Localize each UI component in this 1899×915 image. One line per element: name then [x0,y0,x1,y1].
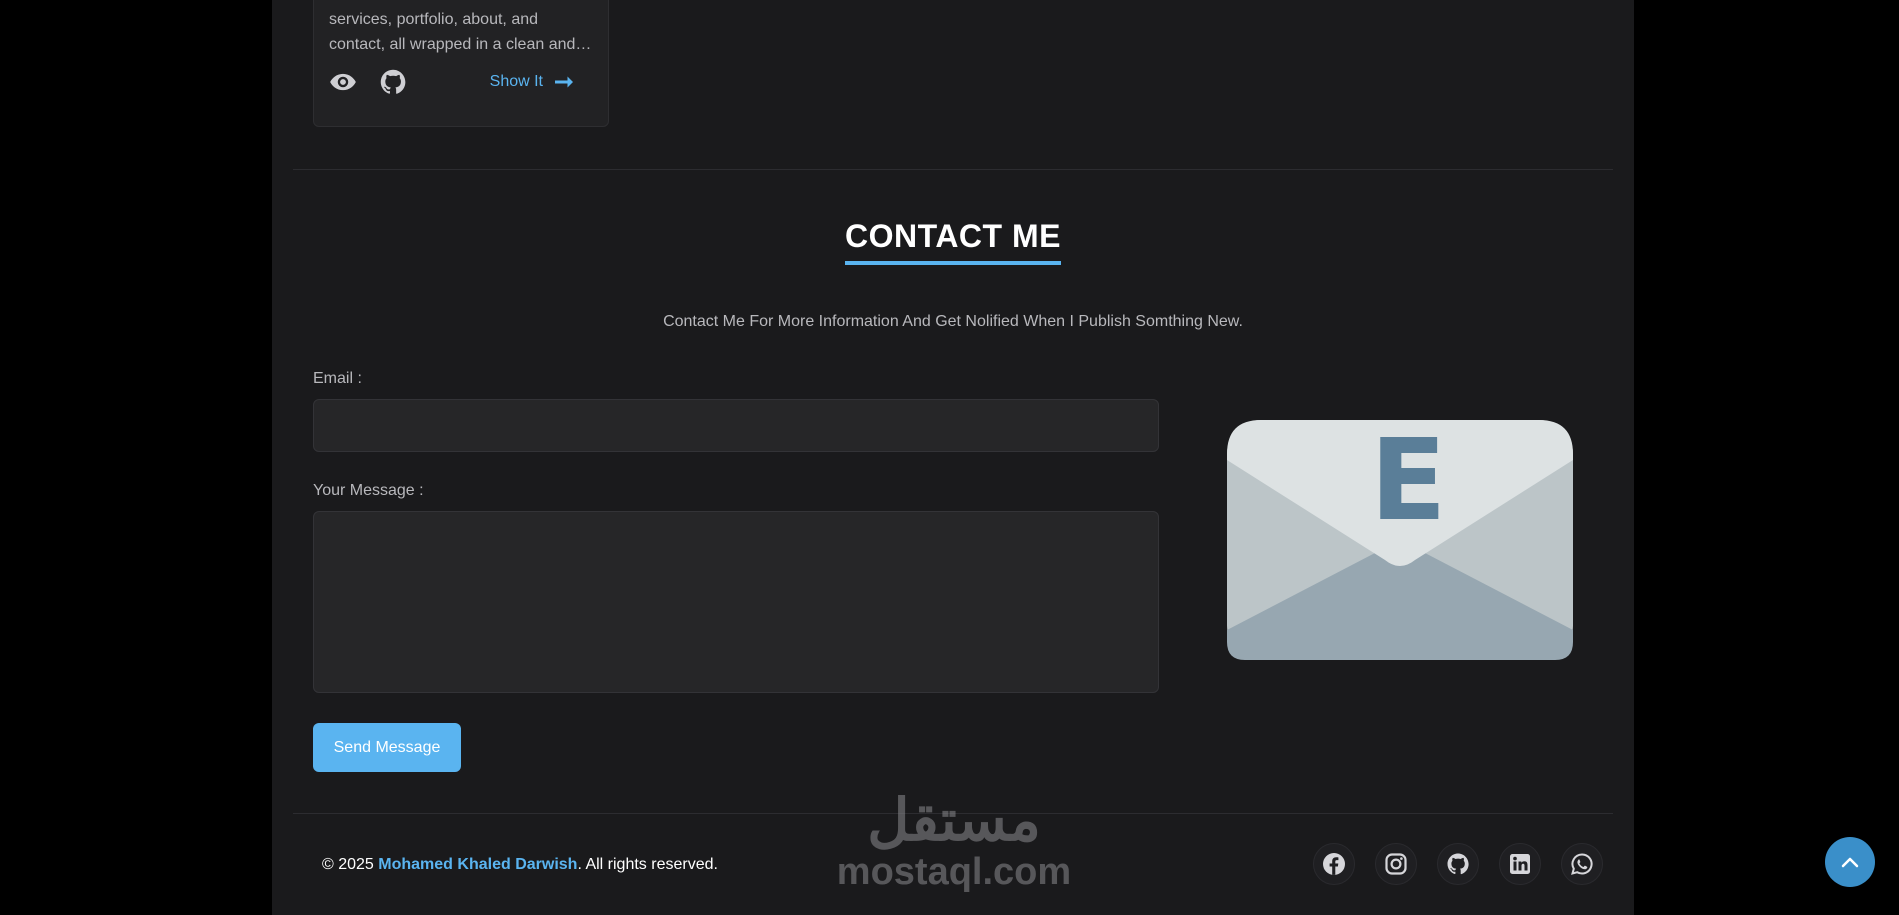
facebook-icon[interactable] [1313,843,1355,885]
footer-divider [293,813,1613,814]
send-message-button[interactable]: Send Message [313,723,461,772]
envelope-icon: E [1227,420,1573,660]
show-it-label: Show It [489,73,543,90]
eye-icon[interactable] [329,68,357,96]
instagram-icon[interactable] [1375,843,1417,885]
email-field[interactable] [313,399,1159,452]
author-link[interactable]: Mohamed Khaled Darwish [378,856,577,873]
message-textarea[interactable] [313,511,1159,693]
github-icon[interactable] [379,68,407,96]
contact-title-wrapper: CONTACT ME [272,218,1634,265]
scroll-top-button[interactable] [1825,837,1875,887]
contact-subtitle: Contact Me For More Information And Get … [663,313,1243,330]
page-container: services, portfolio, about, and contact,… [272,0,1634,915]
section-divider [293,169,1613,170]
project-card: services, portfolio, about, and contact,… [313,0,609,127]
project-card-description: services, portfolio, about, and contact,… [329,11,592,53]
email-label: Email : [313,370,362,387]
linkedin-icon[interactable] [1499,843,1541,885]
github-icon[interactable] [1437,843,1479,885]
chevron-up-icon [1841,857,1859,868]
copyright-prefix: © 2025 [322,856,379,873]
whatsapp-icon[interactable] [1561,843,1603,885]
copyright-suffix: . All rights reserved. [577,856,718,873]
arrow-right-icon [555,76,573,88]
envelope-letter: E [1370,416,1447,546]
footer-copyright: © 2025 Mohamed Khaled Darwish. All right… [322,856,718,874]
project-card-actions: Show It [329,67,595,97]
contact-title: CONTACT ME [845,218,1061,265]
message-label: Your Message : [313,482,424,499]
show-it-link[interactable]: Show It [490,73,573,91]
